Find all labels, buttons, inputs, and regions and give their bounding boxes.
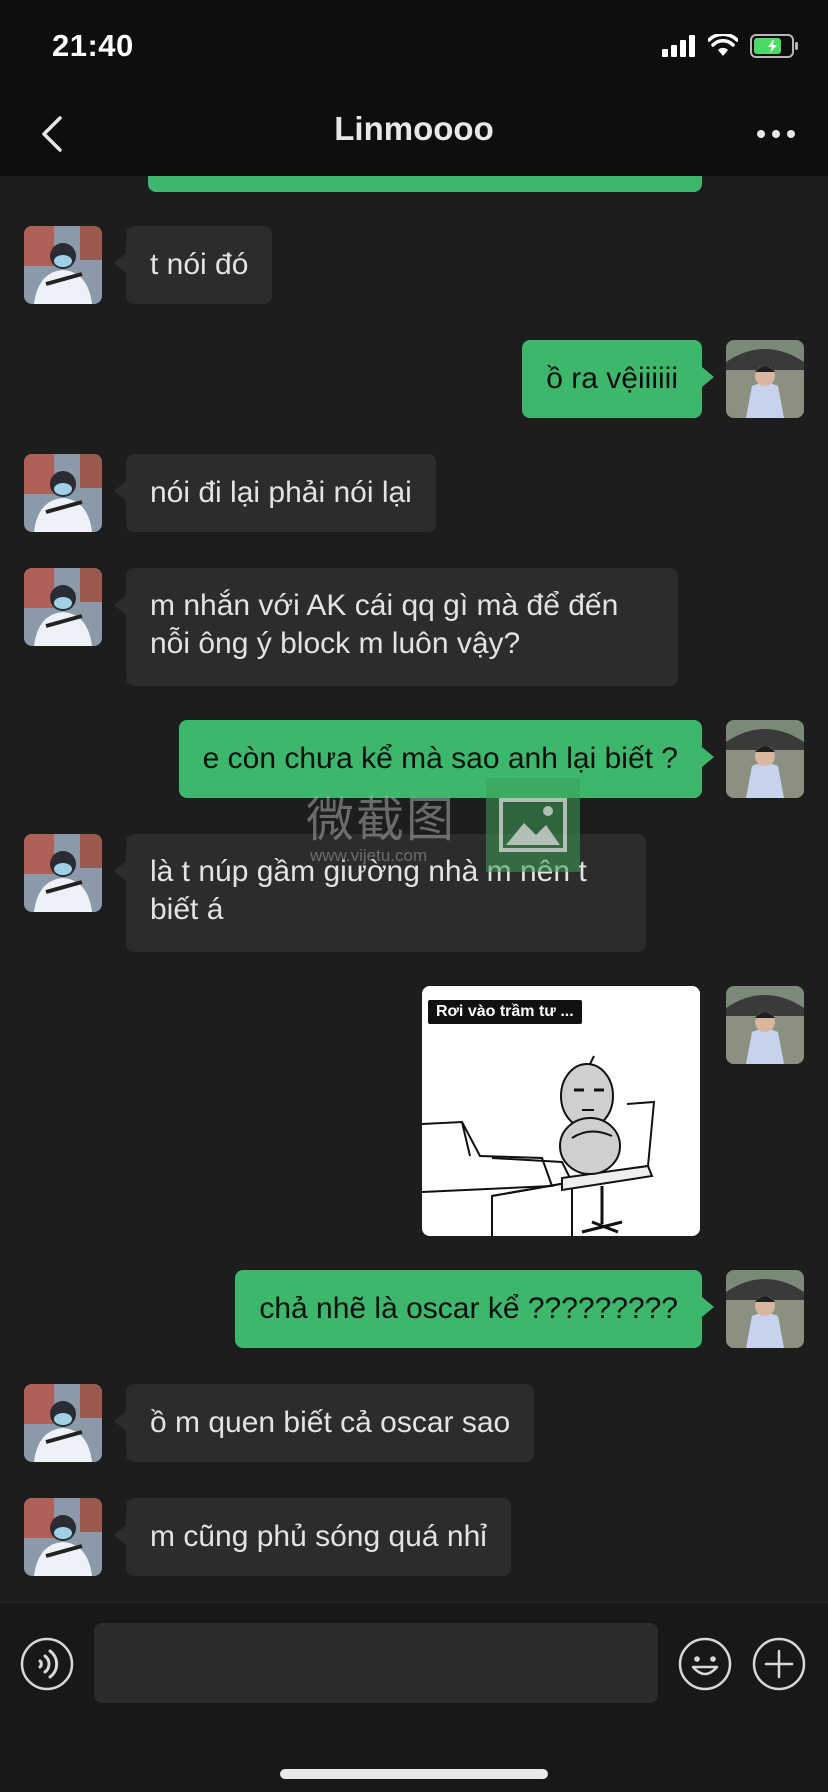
watermark-image-icon bbox=[486, 778, 580, 872]
status-icons bbox=[662, 32, 800, 60]
chat-title: Linmoooo bbox=[334, 110, 494, 147]
contact-avatar-image bbox=[24, 1384, 102, 1462]
home-indicator bbox=[280, 1769, 548, 1779]
contact-avatar-image bbox=[24, 568, 102, 646]
message-bubble-incoming[interactable]: t nói đó bbox=[113, 226, 273, 304]
more-dots-icon bbox=[757, 130, 795, 138]
more-button[interactable] bbox=[748, 110, 804, 158]
voice-button[interactable] bbox=[20, 1637, 74, 1691]
message-bubble-outgoing[interactable]: chả nhẽ là oscar kể ????????? bbox=[235, 1270, 714, 1348]
emoji-icon bbox=[678, 1637, 732, 1691]
sticker-message[interactable]: Rơi vào trầm tư ... bbox=[422, 986, 700, 1236]
my-avatar[interactable] bbox=[726, 1270, 804, 1348]
my-avatar-image bbox=[726, 986, 804, 1064]
contact-avatar[interactable] bbox=[24, 1498, 102, 1576]
my-avatar[interactable] bbox=[726, 986, 804, 1064]
wifi-icon bbox=[708, 34, 738, 56]
message-input[interactable] bbox=[94, 1623, 658, 1703]
message-bubble-incoming[interactable]: m cũng phủ sóng quá nhỉ bbox=[114, 1498, 511, 1576]
my-avatar-image bbox=[726, 340, 804, 418]
message-text: nói đi lại phải nói lại bbox=[150, 476, 412, 509]
message-text: m cũng phủ sóng quá nhỉ bbox=[150, 1520, 487, 1553]
message-bubble-incoming[interactable]: m nhắn với AK cái qq gì mà để đến nỗi ôn… bbox=[114, 568, 678, 686]
contact-avatar[interactable] bbox=[24, 834, 102, 912]
message-list[interactable]: t nói đó ồ ra vệiiiiii nói đi lại phải n… bbox=[0, 176, 828, 1602]
my-avatar-image bbox=[726, 1270, 804, 1348]
status-time: 21:40 bbox=[52, 28, 134, 63]
message-text: t nói đó bbox=[150, 248, 249, 281]
plus-button[interactable] bbox=[752, 1637, 806, 1691]
message-text-line: nỗi ông ý block m luôn vậy? bbox=[150, 627, 521, 660]
message-text-line: m nhắn với AK cái qq gì mà để đến bbox=[150, 589, 619, 622]
message-bubble-outgoing-partial[interactable] bbox=[148, 176, 702, 192]
contact-avatar-image bbox=[24, 454, 102, 532]
message-text: chả nhẽ là oscar kể ????????? bbox=[259, 1292, 678, 1325]
input-bar bbox=[0, 1602, 828, 1792]
watermark-text: 微截图 bbox=[306, 792, 457, 848]
contact-avatar-image bbox=[24, 1498, 102, 1576]
message-text: ồ m quen biết cả oscar sao bbox=[150, 1406, 511, 1439]
signal-icon bbox=[662, 35, 695, 57]
message-bubble-incoming[interactable]: nói đi lại phải nói lại bbox=[114, 454, 436, 532]
contact-avatar-image bbox=[24, 834, 102, 912]
message-bubble-incoming[interactable]: ồ m quen biết cả oscar sao bbox=[113, 1384, 535, 1462]
my-avatar[interactable] bbox=[726, 340, 804, 418]
status-bar: 21:40 bbox=[0, 0, 828, 92]
emoji-button[interactable] bbox=[678, 1637, 732, 1691]
plus-icon bbox=[752, 1637, 806, 1691]
message-text: e còn chưa kể mà sao anh lại biết ? bbox=[202, 742, 678, 775]
message-bubble-outgoing[interactable]: ồ ra vệiiiiii bbox=[522, 340, 714, 418]
sticker-caption: Rơi vào trầm tư ... bbox=[428, 1000, 582, 1024]
watermark-url: www.vijetu.com bbox=[310, 846, 428, 865]
voice-icon bbox=[20, 1637, 74, 1691]
message-text: ồ ra vệiiiiii bbox=[546, 362, 678, 395]
contact-avatar[interactable] bbox=[24, 568, 102, 646]
contact-avatar-image bbox=[24, 226, 102, 304]
chat-header: Linmoooo bbox=[0, 92, 828, 176]
contact-avatar[interactable] bbox=[24, 1384, 102, 1462]
my-avatar-image bbox=[726, 720, 804, 798]
message-text-line: biết á bbox=[150, 893, 224, 926]
contact-avatar[interactable] bbox=[24, 226, 102, 304]
my-avatar[interactable] bbox=[726, 720, 804, 798]
battery-icon bbox=[750, 34, 798, 58]
contact-avatar[interactable] bbox=[24, 454, 102, 532]
watermark: 微截图 www.vijetu.com bbox=[300, 778, 590, 872]
